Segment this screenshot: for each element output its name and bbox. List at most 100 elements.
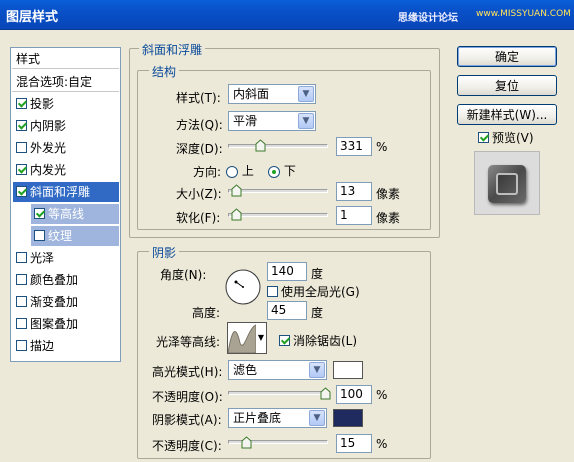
drop-shadow-checkbox[interactable] — [16, 98, 27, 109]
highlight-mode-value: 滤色 — [233, 363, 258, 377]
highlight-mode-select[interactable]: 滤色 ▼ — [228, 360, 327, 380]
size-slider[interactable] — [228, 189, 328, 193]
contour-curve-icon — [227, 323, 257, 354]
preview-swatch — [488, 165, 526, 203]
bevel-emboss-checkbox[interactable] — [16, 186, 27, 197]
style-item-label: 内阴影 — [30, 119, 67, 133]
global-light-option[interactable]: 使用全局光(G) — [267, 283, 360, 300]
antialias-checkbox[interactable] — [279, 335, 290, 346]
style-item-inner-glow[interactable]: 内发光 — [13, 160, 119, 180]
soften-input[interactable]: 1 — [336, 206, 372, 225]
direction-down-radio[interactable] — [268, 165, 280, 178]
antialias-label: 消除锯齿(L) — [293, 334, 358, 348]
stroke-checkbox[interactable] — [16, 340, 27, 351]
style-item-contour[interactable]: 等高线 — [31, 204, 119, 224]
size-input[interactable]: 13 — [336, 182, 372, 201]
highlight-color-swatch[interactable] — [333, 361, 363, 379]
bevel-style-select[interactable]: 内斜面 ▼ — [228, 84, 316, 104]
style-item-gradient-overlay[interactable]: 渐变叠加 — [13, 292, 119, 312]
size-slider-thumb[interactable] — [231, 184, 242, 197]
soften-slider-thumb[interactable] — [231, 208, 242, 221]
style-item-texture[interactable]: 纹理 — [31, 226, 119, 246]
watermark-text: 思缘设计论坛 — [398, 13, 458, 24]
contour-checkbox[interactable] — [34, 208, 45, 219]
style-item-outer-glow[interactable]: 外发光 — [13, 138, 119, 158]
angle-label: 角度(N): — [160, 268, 207, 282]
style-list-header[interactable]: 样式 — [12, 49, 119, 69]
ok-button[interactable]: 确定 — [457, 46, 557, 67]
texture-checkbox[interactable] — [34, 230, 45, 241]
depth-unit: % — [376, 140, 388, 154]
style-list: 样式 混合选项:自定 投影 内阴影 外发光 内发光 斜面和浮雕 等高线 纹理 光… — [10, 47, 121, 362]
inner-glow-checkbox[interactable] — [16, 164, 27, 175]
depth-label: 深度(D): — [176, 142, 223, 156]
altitude-unit: 度 — [311, 306, 324, 320]
style-item-drop-shadow[interactable]: 投影 — [13, 94, 119, 114]
window-title: 图层样式 — [6, 10, 59, 25]
style-item-bevel-emboss[interactable]: 斜面和浮雕 — [13, 182, 119, 202]
angle-unit: 度 — [311, 267, 324, 281]
direction-up-radio[interactable] — [226, 165, 238, 178]
angle-dial[interactable] — [224, 268, 262, 306]
reset-button[interactable]: 复位 — [457, 75, 557, 96]
style-item-label: 外发光 — [30, 141, 67, 155]
highlight-opacity-thumb[interactable] — [320, 387, 331, 400]
pattern-overlay-checkbox[interactable] — [16, 318, 27, 329]
highlight-opacity-slider[interactable] — [228, 391, 328, 395]
preview-checkbox[interactable] — [478, 132, 489, 143]
angle-input[interactable]: 140 — [267, 262, 307, 281]
direction-label: 方向: — [193, 165, 222, 179]
style-item-label: 纹理 — [48, 229, 73, 243]
style-item-inner-shadow[interactable]: 内阴影 — [13, 116, 119, 136]
shadow-mode-select[interactable]: 正片叠底 ▼ — [228, 408, 327, 428]
style-item-satin[interactable]: 光泽 — [13, 248, 119, 268]
altitude-input[interactable]: 45 — [267, 301, 307, 320]
size-label: 大小(Z): — [176, 187, 222, 201]
soften-unit: 像素 — [376, 211, 401, 225]
gloss-contour-picker[interactable]: ▼ — [227, 322, 267, 354]
technique-label: 方法(Q): — [176, 118, 223, 132]
title-bar[interactable]: 图层样式 思缘设计论坛 www.MISSYUAN.COM — [0, 0, 574, 30]
blend-options-item[interactable]: 混合选项:自定 — [12, 72, 119, 92]
antialias-option[interactable]: 消除锯齿(L) — [279, 332, 357, 349]
style-item-label: 投影 — [30, 97, 55, 111]
bevel-emboss-title: 斜面和浮雕 — [139, 41, 206, 58]
new-style-button[interactable]: 新建样式(W)... — [457, 104, 557, 125]
depth-slider-thumb[interactable] — [255, 139, 266, 152]
preview-inner — [496, 173, 518, 195]
outer-glow-checkbox[interactable] — [16, 142, 27, 153]
structure-title: 结构 — [149, 63, 180, 80]
highlight-mode-label: 高光模式(H): — [152, 365, 223, 379]
chevron-down-icon: ▼ — [309, 410, 325, 426]
direction-up-label: 上 — [241, 164, 254, 178]
gloss-contour-label: 光泽等高线: — [156, 335, 221, 349]
technique-value: 平滑 — [233, 114, 258, 128]
highlight-opacity-input[interactable]: 100 — [336, 385, 372, 404]
gradient-overlay-checkbox[interactable] — [16, 296, 27, 307]
soften-slider[interactable] — [228, 213, 328, 217]
preview-option[interactable]: 预览(V) — [478, 129, 534, 146]
satin-checkbox[interactable] — [16, 252, 27, 263]
shading-title: 阴影 — [149, 244, 180, 261]
depth-input[interactable]: 331 — [336, 137, 372, 156]
color-overlay-checkbox[interactable] — [16, 274, 27, 285]
shadow-color-swatch[interactable] — [333, 409, 363, 427]
global-light-checkbox[interactable] — [267, 286, 278, 297]
technique-select[interactable]: 平滑 ▼ — [228, 111, 316, 131]
altitude-label: 高度: — [192, 306, 221, 320]
style-item-stroke[interactable]: 描边 — [13, 336, 119, 356]
style-item-label: 光泽 — [30, 251, 55, 265]
style-item-color-overlay[interactable]: 颜色叠加 — [13, 270, 119, 290]
direction-down-option[interactable]: 下 — [268, 162, 296, 179]
direction-down-label: 下 — [283, 164, 296, 178]
shadow-opacity-thumb[interactable] — [241, 436, 252, 449]
shadow-opacity-label: 不透明度(C): — [152, 439, 222, 453]
depth-slider[interactable] — [228, 144, 328, 148]
global-light-label: 使用全局光(G) — [281, 285, 360, 299]
style-item-pattern-overlay[interactable]: 图案叠加 — [13, 314, 119, 334]
chevron-down-icon: ▼ — [309, 362, 325, 378]
inner-shadow-checkbox[interactable] — [16, 120, 27, 131]
shadow-opacity-input[interactable]: 15 — [336, 434, 372, 453]
direction-up-option[interactable]: 上 — [226, 162, 254, 179]
highlight-opacity-unit: % — [376, 388, 388, 402]
